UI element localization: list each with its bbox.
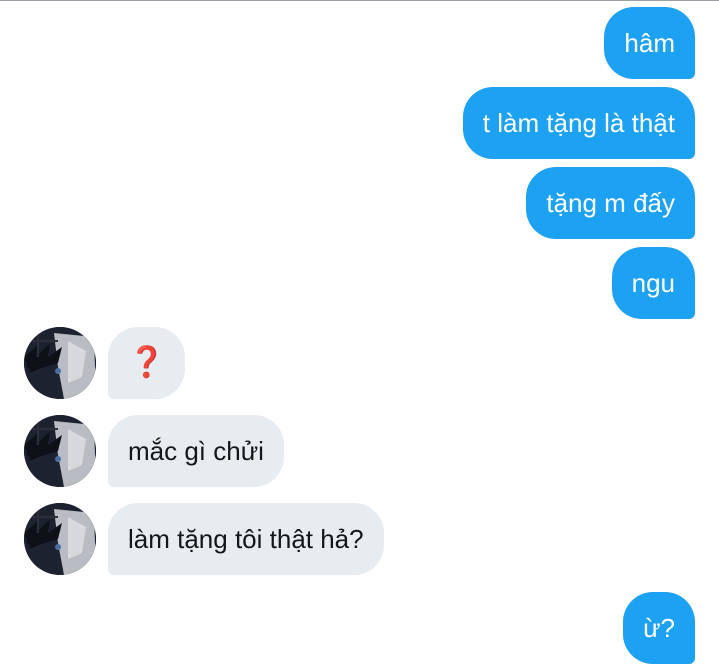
question-mark-icon: ❓ [128, 346, 166, 379]
message-bubble-incoming[interactable]: làm tặng tôi thật hả? [108, 503, 384, 575]
sender-avatar[interactable] [24, 415, 96, 487]
message-text: ừ? [643, 613, 675, 643]
message-text: mắc gì chửi [128, 436, 264, 466]
message-text: ngu [631, 268, 675, 298]
avatar-icon [24, 415, 96, 487]
message-text: tặng m đấy [546, 188, 675, 218]
message-bubble-incoming[interactable]: ❓ [108, 327, 186, 399]
message-bubble-outgoing[interactable]: hâm [604, 7, 695, 79]
message-bubble-outgoing[interactable]: t làm tặng là thật [462, 87, 695, 159]
message-text: hâm [624, 28, 675, 58]
message-bubble-outgoing[interactable]: ừ? [623, 592, 695, 664]
message-bubble-outgoing[interactable]: ngu [611, 247, 695, 319]
avatar-icon [24, 327, 96, 399]
message-text: làm tặng tôi thật hả? [128, 524, 364, 554]
avatar-icon [24, 503, 96, 575]
sender-avatar[interactable] [24, 503, 96, 575]
message-text: t làm tặng là thật [482, 108, 675, 138]
top-border [0, 0, 719, 1]
sender-avatar[interactable] [24, 327, 96, 399]
message-bubble-outgoing[interactable]: tặng m đấy [526, 167, 695, 239]
message-bubble-incoming[interactable]: mắc gì chửi [108, 415, 284, 487]
